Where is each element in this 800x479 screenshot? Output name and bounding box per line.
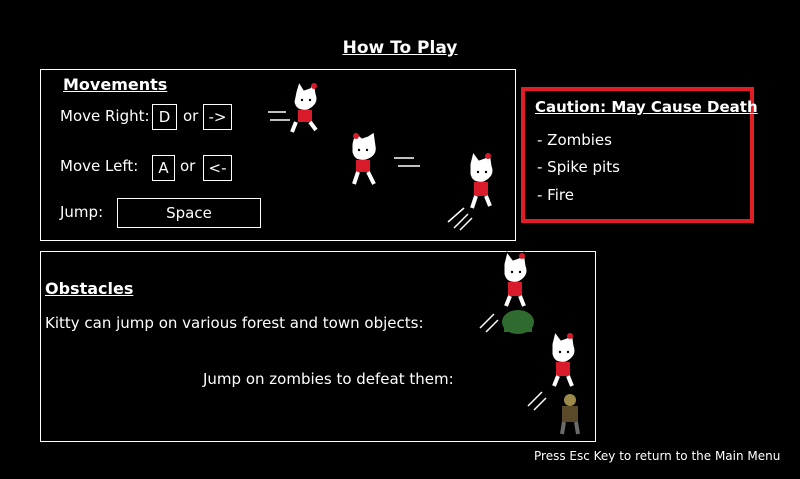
- jump-key: Space: [117, 198, 261, 228]
- caution-item-spike-pits: - Spike pits: [537, 158, 620, 176]
- move-right-arrow-key: ->: [203, 104, 232, 130]
- caution-item-fire: - Fire: [537, 186, 574, 204]
- move-left-or: or: [180, 157, 196, 175]
- move-left-label: Move Left:: [60, 157, 139, 175]
- move-left-key: A: [152, 155, 175, 181]
- movements-heading: Movements: [63, 75, 168, 94]
- obstacles-line-zombies: Jump on zombies to defeat them:: [203, 370, 454, 388]
- caution-heading: Caution: May Cause Death: [535, 98, 758, 116]
- move-right-or: or: [183, 107, 199, 125]
- kitty-run-right-sprite: [268, 80, 318, 133]
- kitty-on-bush-sprite: [479, 250, 534, 334]
- page-title: How To Play: [342, 38, 458, 58]
- obstacles-heading: Obstacles: [45, 279, 134, 298]
- move-right-label: Move Right:: [60, 107, 150, 125]
- caution-item-zombies: - Zombies: [537, 131, 612, 149]
- obstacles-line-forest: Kitty can jump on various forest and tow…: [45, 314, 424, 332]
- esc-hint: Press Esc Key to return to the Main Menu: [534, 449, 781, 463]
- move-right-key: D: [152, 104, 177, 130]
- kitty-on-zombie-sprite: [527, 330, 580, 435]
- move-left-arrow-key: <-: [203, 155, 232, 181]
- jump-label: Jump:: [60, 203, 104, 221]
- kitty-run-left-sprite: [351, 131, 420, 185]
- kitty-jump-sprite: [447, 150, 494, 231]
